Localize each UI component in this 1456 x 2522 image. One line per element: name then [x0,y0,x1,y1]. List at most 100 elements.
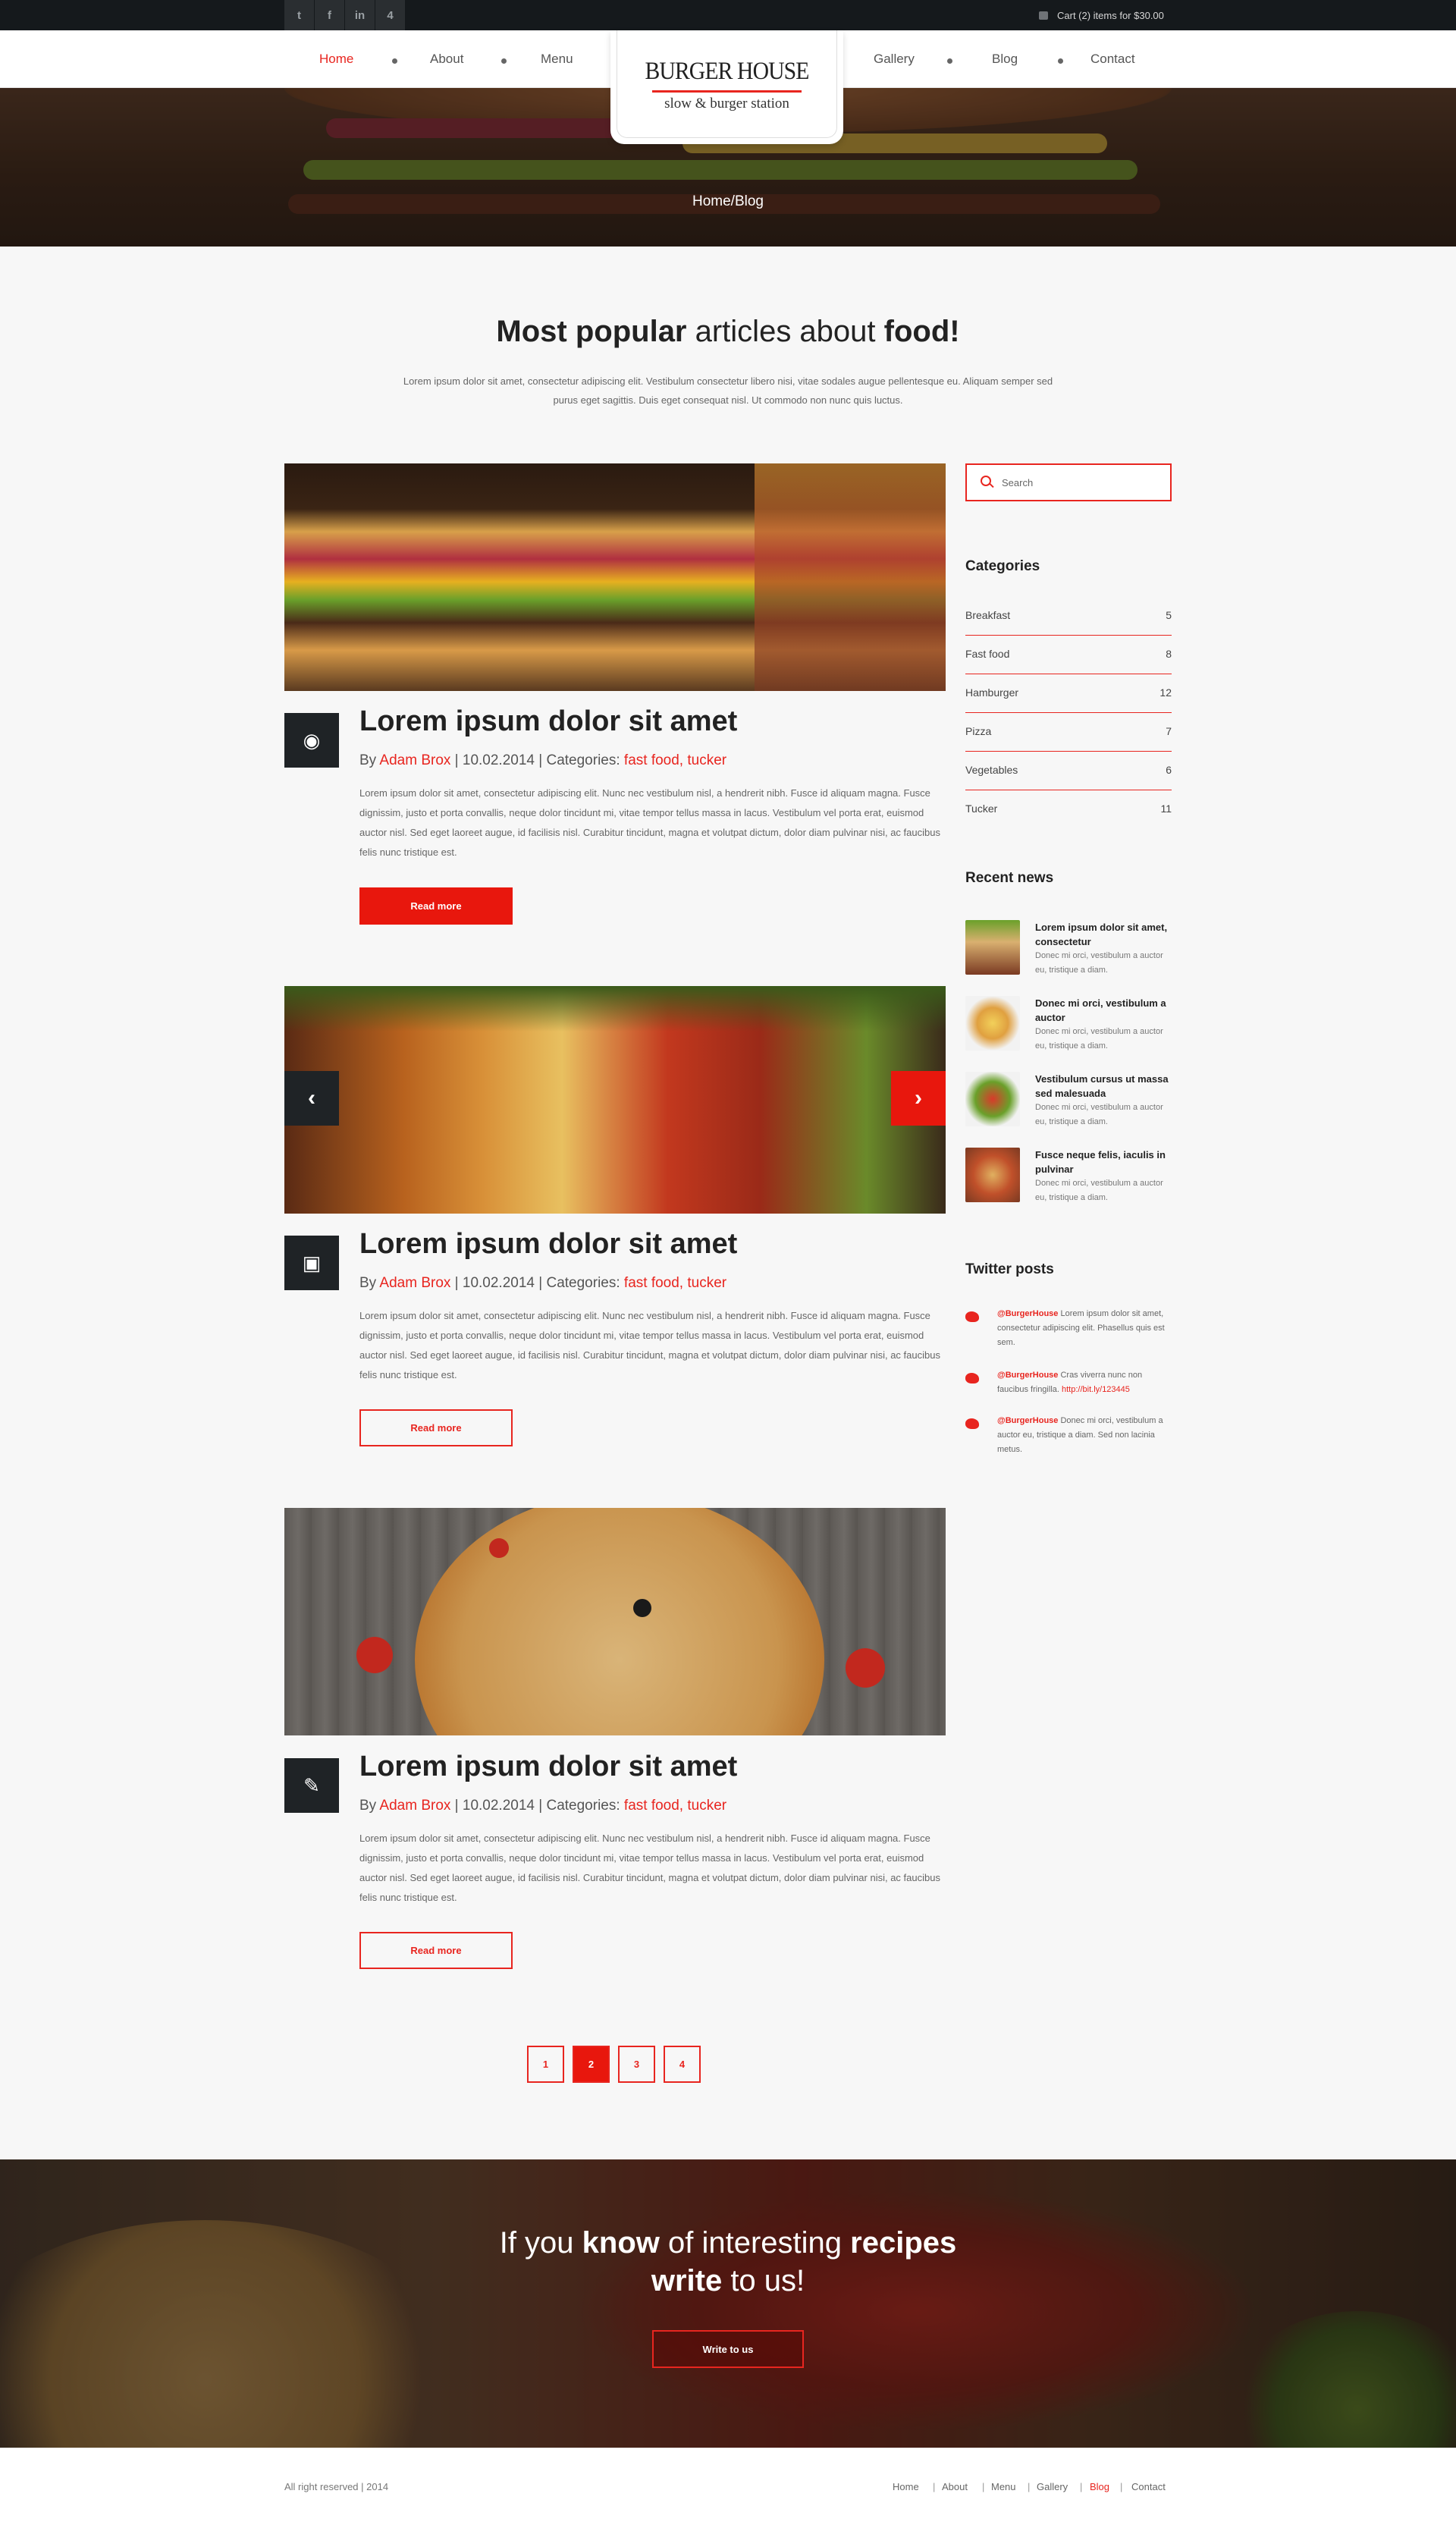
post-date: | 10.02.2014 | Categories: [450,1798,624,1814]
news-text: Donec mi orci, vestibulum a auctor eu, t… [1035,951,1163,975]
post-title[interactable]: Lorem ipsum dolor sit amet [359,1228,737,1261]
twitter-title: Twitter posts [965,1261,1054,1277]
category-item[interactable]: Breakfast 5 [965,597,1172,636]
post-categories-link[interactable]: fast food, tucker [624,1798,726,1814]
post-image[interactable] [284,1508,946,1735]
post-excerpt: Lorem ipsum dolor sit amet, consectetur … [359,1310,940,1380]
read-more-button[interactable]: Read more [359,1409,513,1446]
tomato-decoration [356,1637,393,1673]
slider-next-button[interactable]: › [891,1071,946,1126]
tweet-handle[interactable]: @BurgerHouse [997,1309,1058,1318]
footer-link-about[interactable]: About [942,2481,968,2492]
twitter-icon [965,1311,979,1322]
cta-banner: If you know of interesting recipes write… [0,2159,1456,2448]
footer-link-blog[interactable]: Blog [1090,2481,1109,2492]
nav-contact[interactable]: Contact [1090,52,1135,67]
category-count: 8 [1166,648,1172,660]
gallery-icon: ▣ [284,1236,339,1290]
category-item[interactable]: Tucker 11 [965,790,1172,829]
news-title[interactable]: Lorem ipsum dolor sit amet, consectetur [1035,920,1172,949]
post-excerpt: Lorem ipsum dolor sit amet, consectetur … [359,1833,940,1903]
post-author-link[interactable]: Adam Brox [379,1275,450,1291]
nav-blog[interactable]: Blog [992,52,1018,67]
footer-separator: | [982,2481,985,2492]
news-thumbnail[interactable] [965,920,1020,975]
nav-home[interactable]: Home [319,52,353,67]
category-item[interactable]: Fast food 8 [965,636,1172,674]
top-bar: t f in 4 Cart (2) items for $30.00 [0,0,1456,30]
title-bold-2: food! [883,315,960,348]
post-image[interactable] [284,463,946,691]
news-title[interactable]: Vestibulum cursus ut massa sed malesuada [1035,1072,1172,1101]
news-thumbnail[interactable] [965,1072,1020,1126]
post-categories-link[interactable]: fast food, tucker [624,1275,726,1291]
nav-gallery[interactable]: Gallery [874,52,915,67]
news-title[interactable]: Fusce neque felis, iaculis in pulvinar [1035,1148,1172,1176]
cta-bold: write [651,2264,723,2297]
logo-subtitle: slow & burger station [664,96,789,111]
news-thumbnail[interactable] [965,1148,1020,1202]
read-more-button[interactable]: Read more [359,887,513,925]
tweet-handle[interactable]: @BurgerHouse [997,1416,1058,1425]
category-item[interactable]: Hamburger 12 [965,674,1172,713]
footer: All right reserved | 2014 Home | About |… [0,2448,1456,2522]
foursquare-icon[interactable]: 4 [375,0,406,30]
news-item[interactable]: Donec mi orci, vestibulum a auctor Donec… [965,996,1172,1072]
category-item[interactable]: Pizza 7 [965,713,1172,752]
post-by: By [359,1798,380,1814]
facebook-icon[interactable]: f [315,0,345,30]
post-meta: By Adam Brox | 10.02.2014 | Categories: … [359,752,726,769]
twitter-icon [965,1373,979,1383]
cart-link[interactable]: Cart (2) items for $30.00 [1039,10,1164,21]
tweet-handle[interactable]: @BurgerHouse [997,1371,1058,1380]
nav-menu[interactable]: Menu [541,52,573,67]
post-title[interactable]: Lorem ipsum dolor sit amet [359,705,737,738]
page-2-button[interactable]: 2 [573,2046,610,2083]
tomato-decoration [846,1648,885,1688]
nav-separator [1058,58,1063,64]
category-count: 11 [1160,802,1172,815]
category-name: Pizza [965,725,992,737]
post-excerpt: Lorem ipsum dolor sit amet, consectetur … [359,787,940,858]
news-title[interactable]: Donec mi orci, vestibulum a auctor [1035,996,1172,1025]
write-to-us-button[interactable]: Write to us [652,2330,804,2368]
post-author-link[interactable]: Adam Brox [379,752,450,768]
linkedin-icon[interactable]: in [345,0,375,30]
copyright: All right reserved | 2014 [284,2481,389,2492]
category-name: Breakfast [965,609,1011,621]
search-input[interactable]: Search [965,463,1172,501]
page-4-button[interactable]: 4 [664,2046,701,2083]
tweet-link[interactable]: http://bit.ly/123445 [1062,1385,1130,1394]
news-item[interactable]: Vestibulum cursus ut massa sed malesuada… [965,1072,1172,1148]
post-image-slider[interactable] [284,986,946,1214]
site-logo[interactable]: BURGER HOUSE slow & burger station [610,30,843,144]
news-text: Donec mi orci, vestibulum a auctor eu, t… [1035,1179,1163,1202]
post-categories-link[interactable]: fast food, tucker [624,752,726,768]
category-item[interactable]: Vegetables 6 [965,752,1172,790]
search-placeholder: Search [1002,477,1034,488]
footer-link-home[interactable]: Home [893,2481,919,2492]
news-item[interactable]: Fusce neque felis, iaculis in pulvinar D… [965,1148,1172,1223]
page-3-button[interactable]: 3 [618,2046,655,2083]
post-image-bg [755,463,946,691]
category-name: Hamburger [965,686,1019,699]
news-item[interactable]: Lorem ipsum dolor sit amet, consectetur … [965,920,1172,996]
category-count: 6 [1166,764,1172,776]
news-thumbnail[interactable] [965,996,1020,1051]
pizza-image [415,1508,824,1735]
footer-link-contact[interactable]: Contact [1131,2481,1166,2492]
post-author-link[interactable]: Adam Brox [379,1798,450,1814]
post-title[interactable]: Lorem ipsum dolor sit amet [359,1751,737,1783]
nav-about[interactable]: About [430,52,463,67]
cta-text: of interesting [659,2226,851,2260]
footer-separator: | [1028,2481,1031,2492]
tomato-topping [489,1538,509,1558]
slider-prev-button[interactable]: ‹ [284,1071,339,1126]
tweet-text: @BurgerHouse Donec mi orci, vestibulum a… [997,1414,1172,1457]
footer-link-gallery[interactable]: Gallery [1037,2481,1068,2492]
footer-link-menu[interactable]: Menu [991,2481,1016,2492]
read-more-button[interactable]: Read more [359,1932,513,1969]
category-name: Vegetables [965,764,1018,776]
twitter-icon[interactable]: t [284,0,315,30]
page-1-button[interactable]: 1 [527,2046,564,2083]
